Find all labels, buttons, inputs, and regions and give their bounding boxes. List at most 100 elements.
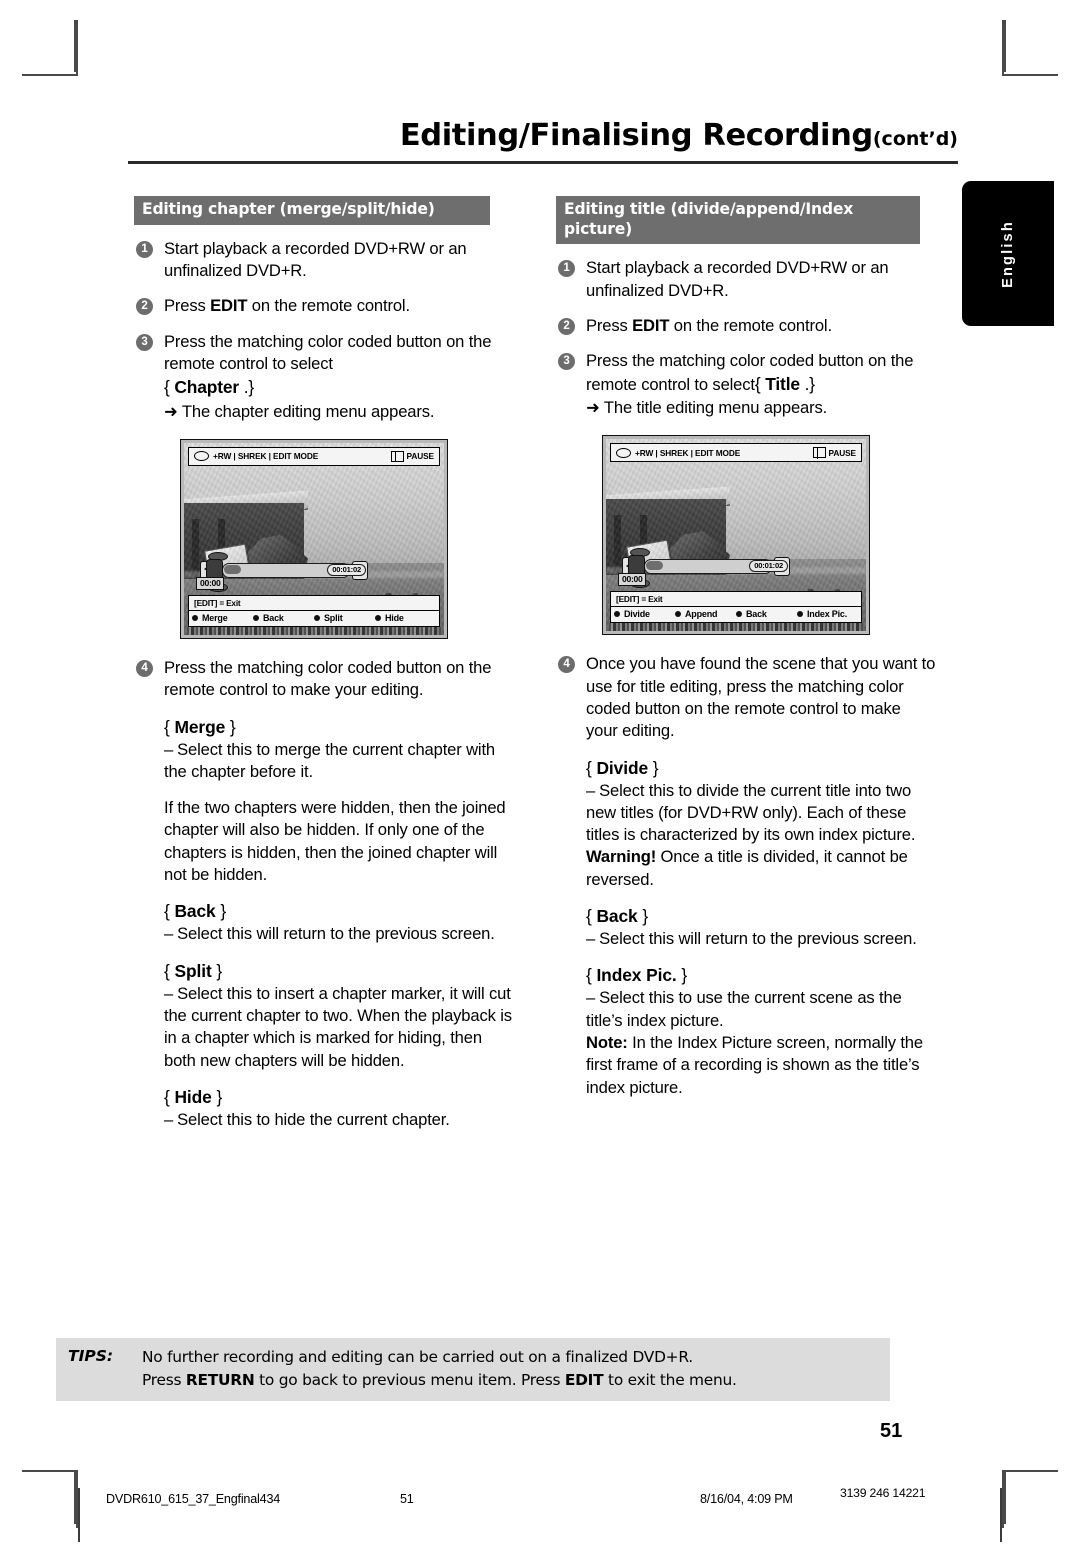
pause-icon: [390, 450, 404, 463]
step-1-left: 1 Start playback a recorded DVD+RW or an…: [134, 238, 514, 283]
option-heading-split: { Split }: [134, 961, 514, 982]
step-text: Once you have found the scene that you w…: [586, 654, 936, 741]
tips-box: TIPS: No further recording and editing c…: [56, 1338, 890, 1401]
disc-icon: [616, 447, 631, 458]
tips-line-2: Press RETURN to go back to previous menu…: [142, 1369, 737, 1392]
scrub-fill: [646, 561, 663, 571]
tv-option-label: Back: [746, 609, 767, 620]
key-edit: EDIT: [210, 296, 248, 316]
option-heading-hide: { Hide }: [134, 1087, 514, 1108]
option-desc-split: – Select this to insert a chapter marker,…: [134, 983, 514, 1072]
tips-line2-c: to go back to previous menu item. Press: [254, 1370, 565, 1389]
brace-label: Back: [174, 901, 216, 922]
tv-disc-status: +RW | SHREK | EDIT MODE: [635, 447, 741, 458]
option-desc-text: Select this to merge the current chapter…: [164, 739, 495, 781]
tips-line2-e: to exit the menu.: [603, 1370, 737, 1389]
disc-icon: [194, 451, 209, 462]
color-dot-icon: [314, 614, 320, 621]
crop-mark-bottom-right-tick: [1004, 1472, 1006, 1524]
title-divider: [128, 161, 958, 164]
tv-option-label: Divide: [624, 609, 650, 620]
tv-inner: +RW | SHREK | EDIT MODE PAUSE 00:01:02 0…: [184, 442, 444, 635]
tv-start-time: 00:00: [618, 573, 647, 587]
brace-open: {: [164, 901, 175, 922]
footer-timestamp: 8/16/04, 4:09 PM: [700, 1492, 793, 1506]
option-heading-back-left: { Back }: [134, 901, 514, 922]
option-heading-back-right: { Back }: [556, 906, 936, 927]
dash-mark: –: [586, 929, 596, 949]
tips-inner: TIPS: No further recording and editing c…: [56, 1346, 890, 1392]
step-number: 3: [136, 333, 153, 351]
tv-menu-box: [EDIT] = Exit Divide Append Back Index P…: [610, 591, 862, 624]
step-text-after: on the remote control.: [669, 315, 832, 335]
option-desc-merge: – Select this to merge the current chapte…: [134, 739, 514, 784]
crop-mark-left-bottom-tick: [22, 1470, 74, 1472]
option-desc-divide: – Select this to divide the current title…: [556, 780, 936, 847]
step-number: 2: [136, 298, 153, 316]
tv-option-divide: Divide: [614, 609, 675, 619]
option-desc-text: Select this will return to the previous …: [599, 929, 917, 949]
brace-close: }: [211, 1086, 223, 1107]
option-desc-back-left: – Select this will return to the previous…: [134, 923, 514, 945]
tips-label: TIPS:: [68, 1347, 114, 1365]
tv-option-label: Back: [263, 612, 284, 623]
step-text: Start playback a recorded DVD+RW or an u…: [164, 238, 467, 280]
tv-playback-mode: PAUSE: [406, 451, 435, 462]
option-heading-index-pic: { Index Pic. }: [556, 965, 936, 986]
section-header-editing-chapter: Editing chapter (merge/split/hide): [134, 196, 490, 225]
tv-option-back: Back: [253, 613, 314, 623]
option-heading-divide: { Divide }: [556, 758, 936, 779]
tv-menu-box: [EDIT] = Exit Merge Back Split Hide: [188, 594, 440, 627]
column-right: Editing title (divide/append/Index pictu…: [556, 196, 936, 1099]
tv-status-bar: +RW | SHREK | EDIT MODE PAUSE: [188, 446, 440, 466]
step-text: Press the matching color coded button on…: [164, 657, 492, 700]
tv-scanline-artifact: [187, 626, 441, 635]
step-text: Press the matching color coded button on…: [164, 331, 492, 373]
step-text-before: Press: [164, 296, 211, 316]
brace-label: Hide: [174, 1086, 212, 1107]
tv-option-label: Merge: [202, 612, 228, 623]
step-number: 3: [558, 353, 575, 371]
crop-mark-bottom-left-tick: [74, 1472, 76, 1524]
brace-open: {: [754, 373, 766, 394]
tv-scrub-bar: 00:01:02 00:00: [614, 548, 790, 589]
tv-option-label: Split: [324, 612, 343, 623]
tv-option-back: Back: [736, 609, 797, 619]
tv-color-options: Merge Back Split Hide: [189, 611, 439, 626]
page-content: Editing/Finalising Recording(cont’d) Eng…: [78, 18, 1054, 1526]
brace-open: {: [586, 906, 597, 927]
dash-mark: –: [164, 983, 174, 1003]
brace-close: }: [637, 906, 649, 927]
brace-close: }: [215, 901, 227, 922]
brace-label: Back: [596, 906, 638, 927]
brace-label: Title: [765, 373, 800, 394]
color-dot-icon: [253, 614, 259, 621]
color-dot-icon: [192, 614, 198, 621]
color-dot-icon: [675, 611, 681, 618]
step-3-right: 3 Press the matching color coded button …: [556, 350, 936, 419]
tv-color-options: Divide Append Back Index Pic.: [611, 607, 861, 622]
divide-warning: Warning! Once a title is divided, it can…: [556, 846, 936, 891]
tv-status-right: PAUSE: [812, 446, 856, 459]
tv-scanline-artifact: [609, 623, 863, 632]
crop-mark-right-bottom-tick: [1006, 1470, 1058, 1472]
tv-option-label: Append: [685, 609, 718, 620]
brace-open: {: [164, 377, 175, 398]
option-desc-back-right: – Select this will return to the previous…: [556, 928, 936, 950]
dash-mark: –: [586, 780, 596, 800]
dash-mark: –: [164, 739, 174, 759]
brace-close: }: [676, 965, 688, 986]
tips-line2-a: Press: [142, 1370, 186, 1389]
brace-open: {: [164, 716, 175, 737]
tv-current-time: 00:01:02: [749, 560, 788, 573]
brace-label: Merge: [174, 716, 226, 737]
brace-close: .}: [799, 373, 816, 394]
dash-mark: –: [586, 988, 596, 1008]
pause-icon: [812, 446, 826, 459]
note-label: Note:: [586, 1033, 628, 1052]
step-4-right: 4 Once you have found the scene that you…: [556, 653, 936, 742]
tv-status-left: +RW | SHREK | EDIT MODE: [616, 447, 741, 458]
tips-content: No further recording and editing can be …: [142, 1346, 737, 1392]
crop-mark-top-left-tick: [74, 20, 76, 72]
brace-close: .}: [239, 377, 255, 398]
